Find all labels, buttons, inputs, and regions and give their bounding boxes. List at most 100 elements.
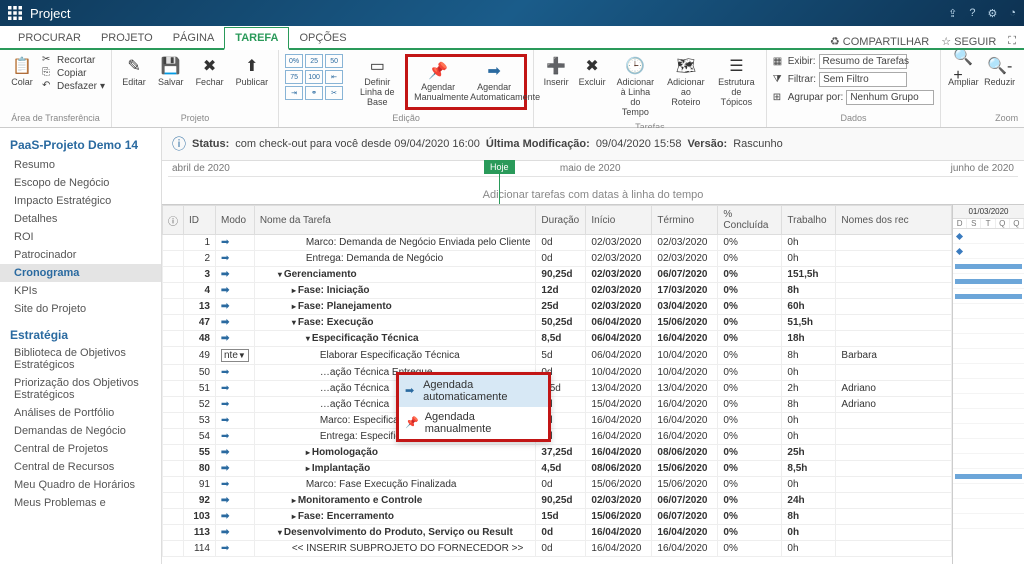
tab-opcoes[interactable]: OPÇÕES: [289, 28, 356, 48]
baseline-icon: ▭: [367, 56, 387, 76]
nav-site[interactable]: Site do Projeto: [0, 300, 161, 318]
outline-button[interactable]: ☰Estrutura de Tópicos: [713, 54, 760, 110]
left-nav: PaaS-Projeto Demo 14 Resumo Escopo de Ne…: [0, 128, 162, 564]
table-row[interactable]: 48 ➡ ▾Especificação Técnica 8,5d 06/04/2…: [163, 331, 952, 347]
follow-button[interactable]: ☆ SEGUIR: [941, 35, 996, 48]
pin-icon: 📌: [405, 416, 419, 430]
ribbon: 📋 Colar ✂Recortar ⎘Copiar ↶Desfazer ▾ Ár…: [0, 50, 1024, 128]
nav-demandas[interactable]: Demandas de Negócio: [0, 422, 161, 440]
info-column-icon: ⓘ: [168, 217, 178, 228]
schedule-auto-button[interactable]: ➡Agendar Automaticamente: [466, 59, 522, 105]
cut-button[interactable]: ✂Recortar: [42, 54, 105, 66]
nav-resumo[interactable]: Resumo: [0, 156, 161, 174]
date-formats[interactable]: 0%255075100 ⇤⇥⚭✂: [285, 54, 349, 100]
auto-arrow-icon: ➡: [405, 384, 417, 398]
close-button[interactable]: ✖Fechar: [192, 54, 228, 90]
table-row[interactable]: 50 ➡ …ação Técnica Entregue 0d 10/04/202…: [163, 365, 952, 381]
share-icon[interactable]: ⇪: [948, 7, 957, 20]
col-trabalho: Trabalho: [782, 206, 836, 235]
nav-roi[interactable]: ROI: [0, 228, 161, 246]
filter-select[interactable]: ⧩Filtrar:Sem Filtro: [773, 72, 935, 87]
add-timeline-button[interactable]: 🕒Adicionar à Linha do Tempo: [612, 54, 659, 120]
ribbon-group-editing: 0%255075100 ⇤⇥⚭✂ ▭Definir Linha de Base …: [279, 50, 534, 127]
paste-button[interactable]: 📋 Colar: [6, 54, 38, 90]
nav-cronograma[interactable]: Cronograma: [0, 264, 161, 282]
content-area: ⓘ Status: com check-out para você desde …: [162, 128, 1024, 564]
tab-projeto[interactable]: PROJETO: [91, 28, 163, 48]
nav-kpis[interactable]: KPIs: [0, 282, 161, 300]
baseline-button[interactable]: ▭Definir Linha de Base: [353, 54, 401, 110]
nav-detalhes[interactable]: Detalhes: [0, 210, 161, 228]
zoomin-button[interactable]: 🔍+Ampliar: [947, 54, 979, 90]
gear-icon[interactable]: ⚙: [987, 7, 997, 20]
timeline-placeholder[interactable]: Adicionar tarefas com datas à linha do t…: [168, 176, 1018, 201]
fullscreen-icon[interactable]: ⛶: [1008, 35, 1016, 48]
table-row[interactable]: 51 ➡ …ação Técnica 0,5d 13/04/2020 13/04…: [163, 381, 952, 397]
schedule-manual-button[interactable]: 📌Agendar Manualmente: [410, 59, 466, 105]
nav-quadro-horarios[interactable]: Meu Quadro de Horários: [0, 476, 161, 494]
user-icon[interactable]: ◔: [1009, 7, 1016, 20]
table-row[interactable]: 1 ➡ Marco: Demanda de Negócio Enviada pe…: [163, 235, 952, 251]
schedule-mode-icon: ➡: [221, 285, 229, 296]
col-modo: Modo: [216, 206, 255, 235]
table-row[interactable]: 47 ➡ ▾Fase: Execução 50,25d 06/04/2020 1…: [163, 315, 952, 331]
zoomout-button[interactable]: 🔍-Reduzir: [983, 54, 1016, 90]
schedule-mode-icon: ➡: [221, 495, 229, 506]
table-row[interactable]: 91 ➡ Marco: Fase Execução Finalizada 0d …: [163, 477, 952, 493]
ribbon-group-project: ✎Editar 💾Salvar ✖Fechar ⬆Publicar Projet…: [112, 50, 279, 127]
table-row[interactable]: 13 ➡ ▸Fase: Planejamento 25d 02/03/2020 …: [163, 299, 952, 315]
save-button[interactable]: 💾Salvar: [154, 54, 188, 90]
task-grid[interactable]: ⓘ ID Modo Nome da Tarefa Duração Início …: [162, 205, 952, 564]
nav-central-projetos[interactable]: Central de Projetos: [0, 440, 161, 458]
dropdown-opt-manual[interactable]: 📌 Agendada manualmente: [399, 407, 548, 439]
nav-impacto[interactable]: Impacto Estratégico: [0, 192, 161, 210]
col-inicio: Início: [586, 206, 652, 235]
nav-central-recursos[interactable]: Central de Recursos: [0, 458, 161, 476]
add-roadmap-button[interactable]: 🗺Adicionar ao Roteiro: [663, 54, 710, 110]
tab-tarefa[interactable]: TAREFA: [224, 27, 289, 50]
pin-icon: 📌: [428, 61, 448, 81]
delete-button[interactable]: ✖Excluir: [576, 54, 608, 90]
table-row[interactable]: 55 ➡ ▸Homologação 37,25d 16/04/2020 08/0…: [163, 445, 952, 461]
table-row[interactable]: 3 ➡ ▾Gerenciamento 90,25d 02/03/2020 06/…: [163, 267, 952, 283]
nav-analises[interactable]: Análises de Portfólio: [0, 404, 161, 422]
app-launcher-icon[interactable]: [8, 6, 22, 20]
schedule-mode-icon: ➡: [221, 333, 229, 344]
share-button[interactable]: ♻ COMPARTILHAR: [830, 35, 929, 48]
nav-project-title[interactable]: PaaS-Projeto Demo 14: [0, 134, 161, 156]
table-row[interactable]: 2 ➡ Entrega: Demanda de Negócio 0d 02/03…: [163, 251, 952, 267]
dropdown-opt-auto[interactable]: ➡ Agendada automaticamente: [399, 375, 548, 407]
ribbon-group-data: ▦Exibir:Resumo de Tarefas ⧩Filtrar:Sem F…: [767, 50, 942, 127]
table-row[interactable]: 52 ➡ …ação Técnica 1d 15/04/2020 16/04/2…: [163, 397, 952, 413]
table-row[interactable]: 92 ➡ ▸Monitoramento e Controle 90,25d 02…: [163, 493, 952, 509]
table-row[interactable]: 113 ➡ ▾Desenvolvimento do Produto, Servi…: [163, 525, 952, 541]
scroll-task-button[interactable]: ↷Rolar para Tarefa: [1020, 54, 1024, 110]
table-row[interactable]: 80 ➡ ▸Implantação 4,5d 08/06/2020 15/06/…: [163, 461, 952, 477]
table-row[interactable]: 4 ➡ ▸Fase: Iniciação 12d 02/03/2020 17/0…: [163, 283, 952, 299]
edit-button[interactable]: ✎Editar: [118, 54, 150, 90]
publish-button[interactable]: ⬆Publicar: [232, 54, 273, 90]
nav-meus-problemas[interactable]: Meus Problemas e: [0, 494, 161, 512]
help-icon[interactable]: ?: [969, 7, 975, 20]
nav-biblioteca[interactable]: Biblioteca de Objetivos Estratégicos: [0, 344, 161, 374]
zoomout-icon: 🔍-: [990, 56, 1010, 76]
table-row[interactable]: 114 ➡ << INSERIR SUBPROJETO DO FORNECEDO…: [163, 541, 952, 557]
schedule-mode-dropdown[interactable]: ➡ Agendada automaticamente 📌 Agendada ma…: [396, 372, 551, 442]
table-row[interactable]: 49 nte▼ Elaborar Especificação Técnica 5…: [163, 347, 952, 365]
copy-button[interactable]: ⎘Copiar: [42, 67, 105, 79]
tab-procurar[interactable]: PROCURAR: [8, 28, 91, 48]
group-select[interactable]: ⊞Agrupar por:Nenhum Grupo: [773, 90, 935, 105]
table-row[interactable]: 54 ➡ Entrega: Especificação Técnica 0d 1…: [163, 429, 952, 445]
info-icon: ⓘ: [172, 134, 186, 154]
undo-icon: ↶: [42, 80, 54, 92]
undo-button[interactable]: ↶Desfazer ▾: [42, 80, 105, 92]
table-row[interactable]: 103 ➡ ▸Fase: Encerramento 15d 15/06/2020…: [163, 509, 952, 525]
nav-priorizacao[interactable]: Priorização dos Objetivos Estratégicos: [0, 374, 161, 404]
insert-button[interactable]: ➕Inserir: [540, 54, 572, 90]
view-select[interactable]: ▦Exibir:Resumo de Tarefas: [773, 54, 935, 69]
table-row[interactable]: 53 ➡ Marco: Especificação Técnica Aprova…: [163, 413, 952, 429]
roadmap-icon: 🗺: [676, 56, 696, 76]
nav-patrocinador[interactable]: Patrocinador: [0, 246, 161, 264]
tab-pagina[interactable]: PÁGINA: [163, 28, 225, 48]
nav-escopo[interactable]: Escopo de Negócio: [0, 174, 161, 192]
